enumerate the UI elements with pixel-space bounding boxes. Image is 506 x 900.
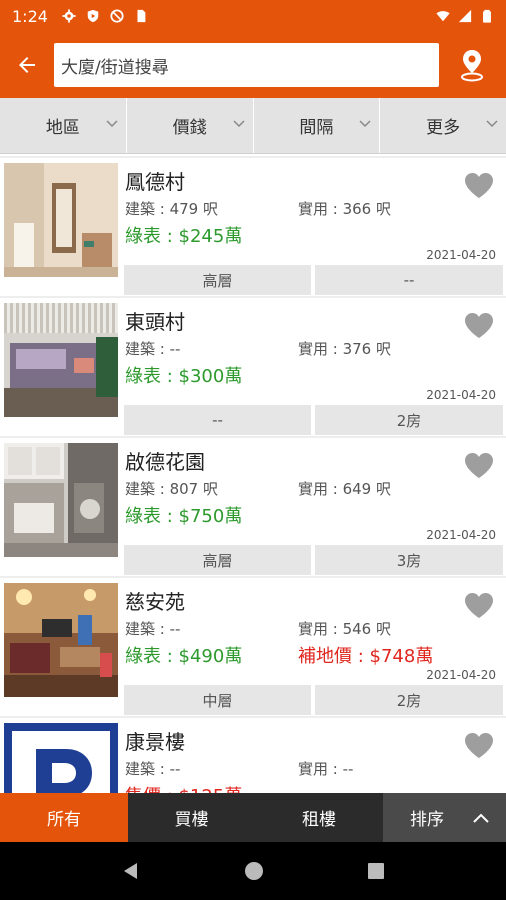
net-area: 實用 : 649 呎 (298, 480, 391, 498)
filter-label: 更多 (426, 118, 461, 138)
recents-square-icon[interactable] (367, 862, 385, 880)
bottom-tab-bar: 所有 買樓 租樓 排序 (0, 793, 506, 842)
chevron-down-icon (359, 120, 371, 128)
signal-icon (458, 9, 472, 23)
floor-tag: 高層 (124, 265, 311, 295)
filter-label: 地區 (45, 118, 80, 138)
land-premium-price: 補地價 : $748萬 (298, 646, 434, 667)
floor-tag: -- (124, 405, 311, 435)
listing-date: 2021-04-20 (426, 388, 496, 402)
status-time: 1:24 (12, 6, 48, 26)
heart-icon[interactable] (464, 172, 494, 199)
no-entry-icon (110, 9, 124, 23)
sim-card-icon (137, 9, 146, 23)
tab-rent[interactable]: 租樓 (255, 793, 383, 842)
listing-name: 康景樓 (125, 730, 185, 754)
filter-bar: 地區 價錢 間隔 更多 (0, 98, 506, 154)
listing-photo (4, 303, 118, 417)
listing-price: 售價 : $125萬 (125, 782, 242, 793)
room-tag: 2房 (315, 405, 503, 435)
listing-list[interactable]: 鳳德村 建築 : 479 呎 實用 : 366 呎 綠表 : $245萬 202… (0, 156, 506, 793)
floor-tag: 高層 (124, 545, 311, 575)
sort-label: 排序 (410, 810, 444, 830)
gross-area: 建築 : -- (125, 620, 181, 638)
room-tag: 2房 (315, 685, 503, 715)
gross-area: 建築 : -- (125, 760, 181, 778)
chevron-down-icon (106, 120, 118, 128)
filter-district[interactable]: 地區 (0, 98, 127, 153)
system-nav-bar (0, 842, 506, 900)
map-pin-icon (461, 50, 483, 82)
net-area: 實用 : 376 呎 (298, 340, 391, 358)
heart-icon[interactable] (464, 452, 494, 479)
chevron-down-icon (232, 120, 245, 128)
listing-name: 東頭村 (125, 310, 185, 334)
shield-play-icon (87, 9, 99, 23)
listing-name: 慈安苑 (125, 590, 185, 614)
wifi-icon (436, 11, 450, 22)
home-circle-icon[interactable] (244, 861, 264, 881)
net-area: 實用 : 546 呎 (298, 620, 391, 638)
gross-area: 建築 : 807 呎 (125, 480, 218, 498)
gross-area: 建築 : 479 呎 (125, 200, 218, 218)
net-area: 實用 : 366 呎 (298, 200, 391, 218)
tab-all[interactable]: 所有 (0, 793, 128, 842)
filter-price[interactable]: 價錢 (127, 98, 254, 153)
back-button[interactable] (0, 32, 54, 98)
search-input[interactable]: 大廈/街道搜尋 (54, 43, 439, 87)
heart-icon[interactable] (464, 312, 494, 339)
filter-more[interactable]: 更多 (380, 98, 506, 153)
heart-icon[interactable] (464, 732, 494, 759)
tab-sort[interactable]: 排序 (383, 793, 506, 842)
listing-date: 2021-04-20 (426, 668, 496, 682)
listing-price: 綠表 : $245萬 (125, 226, 243, 247)
listing-card[interactable]: 康景樓 建築 : -- 實用 : -- 售價 : $125萬 (0, 718, 506, 793)
listing-photo (4, 163, 118, 277)
tab-buy[interactable]: 買樓 (128, 793, 255, 842)
status-bar: 1:24 (0, 0, 506, 32)
app-bar: 大廈/街道搜尋 (0, 32, 506, 98)
filter-layout[interactable]: 間隔 (254, 98, 381, 153)
listing-name: 鳳德村 (125, 170, 185, 194)
filter-label: 間隔 (299, 118, 334, 138)
listing-card[interactable]: 啟德花園 建築 : 807 呎 實用 : 649 呎 綠表 : $750萬 20… (0, 438, 506, 576)
room-tag: -- (315, 265, 503, 295)
listing-price: 綠表 : $490萬 (125, 646, 243, 667)
room-tag: 3房 (315, 545, 503, 575)
map-button[interactable] (439, 32, 505, 98)
listing-photo (4, 583, 118, 697)
listing-name: 啟德花園 (125, 450, 205, 474)
listing-photo (4, 443, 118, 557)
arrow-left-icon (19, 57, 35, 73)
listing-price: 綠表 : $750萬 (125, 506, 243, 527)
filter-label: 價錢 (172, 118, 207, 138)
gross-area: 建築 : -- (125, 340, 181, 358)
listing-price: 綠表 : $300萬 (125, 366, 243, 387)
battery-icon (483, 9, 491, 23)
floor-tag: 中層 (124, 685, 311, 715)
net-area: 實用 : -- (298, 760, 354, 778)
chevron-up-icon (473, 813, 489, 823)
back-triangle-icon[interactable] (121, 861, 141, 881)
listing-date: 2021-04-20 (426, 528, 496, 542)
listing-card[interactable]: 鳳德村 建築 : 479 呎 實用 : 366 呎 綠表 : $245萬 202… (0, 158, 506, 296)
chevron-down-icon (486, 120, 498, 128)
listing-photo-placeholder (4, 723, 118, 793)
listing-date: 2021-04-20 (426, 248, 496, 262)
listing-card[interactable]: 東頭村 建築 : -- 實用 : 376 呎 綠表 : $300萬 2021-0… (0, 298, 506, 436)
settings-icon (62, 9, 76, 23)
heart-icon[interactable] (464, 592, 494, 619)
listing-card[interactable]: 慈安苑 建築 : -- 實用 : 546 呎 綠表 : $490萬 補地價 : … (0, 578, 506, 716)
